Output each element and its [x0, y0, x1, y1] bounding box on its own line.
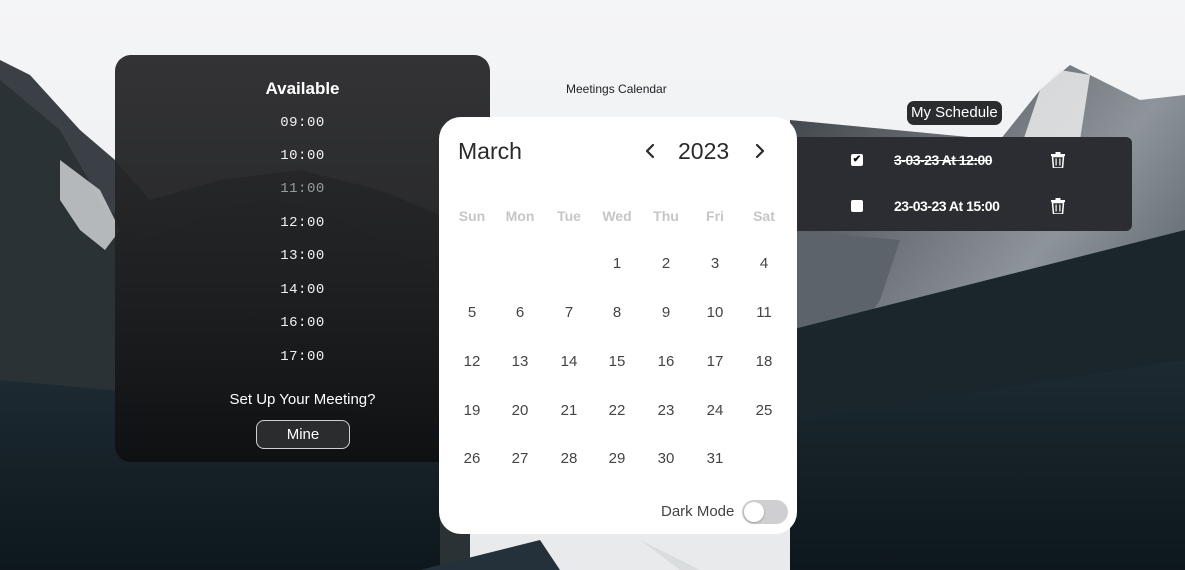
calendar-day-25[interactable]: 25 — [744, 402, 784, 419]
calendar-day-9[interactable]: 9 — [646, 304, 686, 321]
calendar-day-8[interactable]: 8 — [597, 304, 637, 321]
chevron-left-icon[interactable] — [641, 142, 659, 160]
setup-meeting-prompt: Set Up Your Meeting? — [229, 391, 376, 408]
calendar-day-4[interactable]: 4 — [744, 255, 784, 272]
weekday-sat: Sat — [753, 208, 775, 224]
toggle-knob — [744, 502, 764, 522]
calendar-day-1[interactable]: 1 — [597, 255, 637, 272]
calendar-day-10[interactable]: 10 — [695, 304, 735, 321]
dark-mode-toggle[interactable] — [742, 500, 788, 524]
weekday-mon: Mon — [505, 208, 535, 224]
calendar-day-12[interactable]: 12 — [452, 353, 492, 370]
calendar-day-24[interactable]: 24 — [695, 402, 735, 419]
schedule-item-checkbox[interactable] — [851, 200, 863, 212]
weekday-fri: Fri — [706, 208, 724, 224]
available-panel: Available 09:00 10:00 11:00 12:00 13:00 … — [115, 55, 490, 462]
calendar-day-28[interactable]: 28 — [549, 450, 589, 467]
time-slot-1600[interactable]: 16:00 — [115, 315, 490, 331]
calendar-day-20[interactable]: 20 — [500, 402, 540, 419]
calendar-day-22[interactable]: 22 — [597, 402, 637, 419]
calendar-day-30[interactable]: 30 — [646, 450, 686, 467]
schedule-item: 23-03-23 At 15:00 — [790, 183, 1132, 229]
calendar-year: 2023 — [678, 138, 730, 164]
time-slot-1700[interactable]: 17:00 — [115, 349, 490, 365]
time-slot-1400[interactable]: 14:00 — [115, 282, 490, 298]
weekday-tue: Tue — [557, 208, 581, 224]
calendar-day-31[interactable]: 31 — [695, 450, 735, 467]
calendar-day-29[interactable]: 29 — [597, 450, 637, 467]
weekday-thu: Thu — [653, 208, 679, 224]
calendar-card: March 2023 Sun Mon Tue Wed Thu Fri Sat 1234567… — [439, 117, 797, 534]
calendar-day-7[interactable]: 7 — [549, 304, 589, 321]
weekday-wed: Wed — [602, 208, 632, 224]
time-slot-1100[interactable]: 11:00 — [115, 181, 490, 197]
page-title: Meetings Calendar — [566, 82, 667, 96]
calendar-day-17[interactable]: 17 — [695, 353, 735, 370]
schedule-item-text: 23-03-23 At 15:00 — [894, 198, 1000, 214]
time-slot-1300[interactable]: 13:00 — [115, 248, 490, 264]
calendar-day-14[interactable]: 14 — [549, 353, 589, 370]
schedule-item: ✔ 3-03-23 At 12:00 — [790, 137, 1132, 183]
calendar-day-16[interactable]: 16 — [646, 353, 686, 370]
calendar-day-23[interactable]: 23 — [646, 402, 686, 419]
time-slot-0900[interactable]: 09:00 — [115, 115, 490, 131]
calendar-day-3[interactable]: 3 — [695, 255, 735, 272]
calendar-day-11[interactable]: 11 — [744, 304, 784, 321]
trash-icon[interactable] — [1051, 198, 1065, 214]
schedule-item-checkbox-checked[interactable]: ✔ — [851, 154, 863, 166]
weekday-sun: Sun — [458, 208, 486, 224]
calendar-day-15[interactable]: 15 — [597, 353, 637, 370]
calendar-month: March — [458, 138, 522, 164]
calendar-day-19[interactable]: 19 — [452, 402, 492, 419]
my-schedule-label: My Schedule — [907, 101, 1002, 125]
dark-mode-label: Dark Mode — [661, 503, 735, 520]
calendar-day-18[interactable]: 18 — [744, 353, 784, 370]
calendar-day-5[interactable]: 5 — [452, 304, 492, 321]
time-slot-1200[interactable]: 12:00 — [115, 215, 490, 231]
available-title: Available — [265, 79, 340, 98]
calendar-day-13[interactable]: 13 — [500, 353, 540, 370]
schedule-list: ✔ 3-03-23 At 12:00 23-03-23 At 15:00 — [790, 137, 1132, 231]
calendar-day-26[interactable]: 26 — [452, 450, 492, 467]
calendar-day-6[interactable]: 6 — [500, 304, 540, 321]
chevron-right-icon[interactable] — [751, 142, 769, 160]
schedule-item-text: 3-03-23 At 12:00 — [894, 152, 993, 168]
calendar-day-21[interactable]: 21 — [549, 402, 589, 419]
calendar-day-2[interactable]: 2 — [646, 255, 686, 272]
time-slot-1000[interactable]: 10:00 — [115, 148, 490, 164]
mine-button[interactable]: Mine — [256, 420, 350, 449]
trash-icon[interactable] — [1051, 152, 1065, 168]
calendar-day-27[interactable]: 27 — [500, 450, 540, 467]
